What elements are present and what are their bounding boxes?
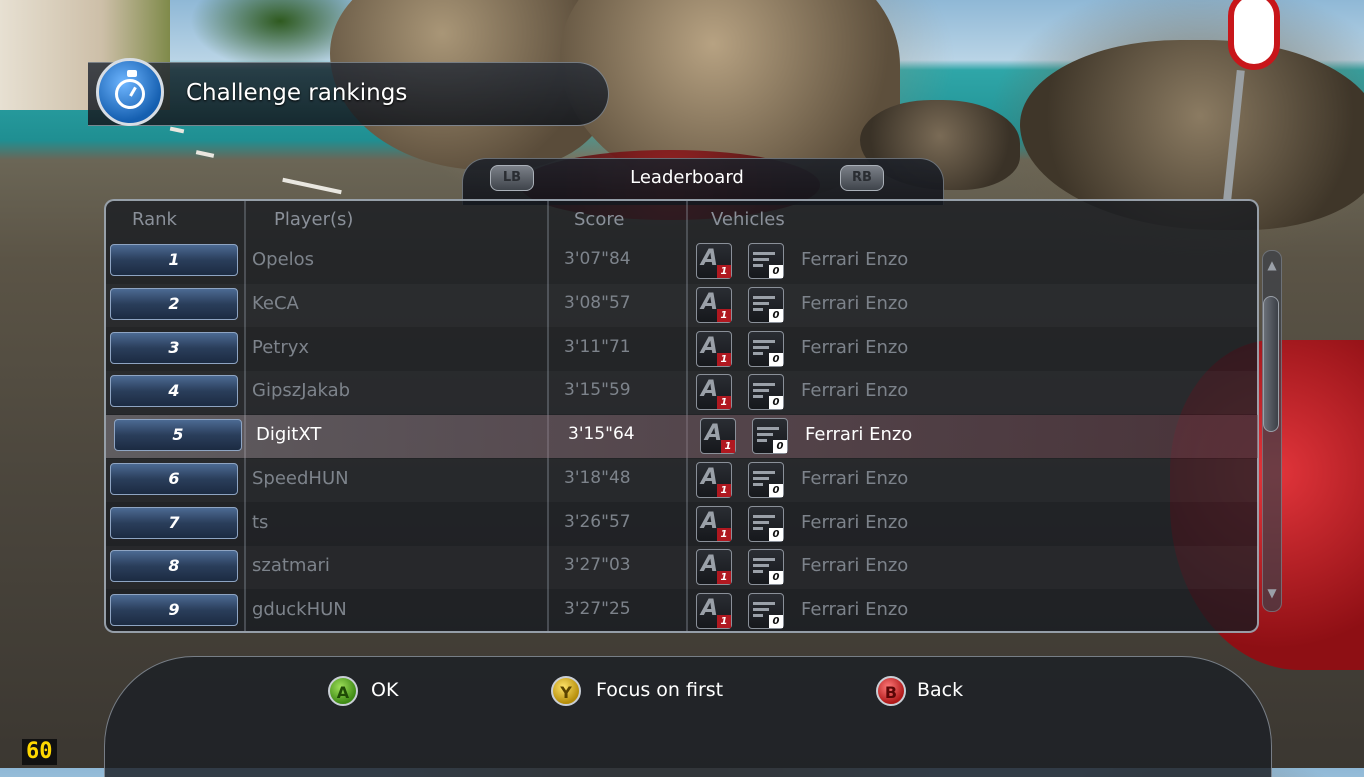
vehicle-name: Ferrari Enzo — [801, 336, 909, 358]
back-label[interactable]: Back — [917, 679, 963, 701]
vehicle-name: Ferrari Enzo — [801, 380, 909, 402]
score-value: 3'08"57 — [564, 292, 631, 313]
leaderboard-row[interactable]: 1 Opelos 3'07"84 A 1 0 Ferrari Enzo — [106, 240, 1258, 283]
leaderboard-row[interactable]: 6 SpeedHUN 3'18"48 A 1 0 Ferrari Enzo — [106, 459, 1258, 502]
vehicle-name: Ferrari Enzo — [801, 292, 909, 314]
sign-pole — [1223, 69, 1245, 201]
player-name: gduckHUN — [252, 599, 347, 620]
player-name: DigitXT — [256, 424, 322, 445]
ranking-bars-icon: 0 — [748, 593, 784, 629]
no-turn-sign — [1228, 0, 1280, 70]
ranking-bars-icon: 0 — [748, 461, 784, 498]
leaderboard-row[interactable]: 2 KeCA 3'08"57 A 1 0 Ferrari Enzo — [106, 284, 1258, 327]
leaderboard-row[interactable]: 4 GipszJakab 3'15"59 A 1 0 Ferrari Enzo — [106, 371, 1258, 414]
car-class-icon: A1 — [696, 330, 732, 367]
vehicle-name: Ferrari Enzo — [801, 467, 909, 489]
page-title: Challenge rankings — [186, 80, 408, 106]
rank-button[interactable]: 1 — [110, 244, 238, 276]
vehicles-column-header: Vehicles — [711, 209, 785, 230]
ranking-bars-icon: 0 — [748, 549, 784, 586]
ranking-bars-icon: 0 — [748, 243, 784, 279]
a-button-icon[interactable]: A — [328, 676, 358, 706]
leaderboard-row[interactable]: 9 gduckHUN 3'27"25 A 1 0 Ferrari Enzo — [106, 590, 1258, 633]
ranking-bars-icon: 0 — [748, 330, 784, 367]
car-class-icon: A1 — [696, 243, 732, 279]
players-column-header: Player(s) — [274, 209, 354, 230]
rank-button[interactable]: 8 — [110, 550, 238, 583]
player-name: GipszJakab — [252, 380, 351, 402]
leaderboard-title: Leaderboard — [630, 167, 744, 188]
vehicle-name: Ferrari Enzo — [801, 511, 909, 533]
score-value: 3'15"59 — [564, 380, 631, 401]
player-name: Petryx — [252, 336, 310, 358]
rank-column-header: Rank — [132, 209, 177, 230]
car-class-icon: A1 — [696, 549, 732, 586]
vehicle-name: Ferrari Enzo — [805, 424, 913, 445]
car-class-icon: A1 — [696, 505, 732, 542]
stopwatch-icon — [96, 58, 164, 126]
rb-button[interactable]: RB — [840, 165, 884, 191]
focus-on-first-label[interactable]: Focus on first — [596, 679, 723, 701]
leaderboard-row[interactable]: 7 ts 3'26"57 A 1 0 Ferrari Enzo — [106, 503, 1258, 546]
vehicle-name: Ferrari Enzo — [801, 249, 909, 270]
ranking-bars-icon: 0 — [748, 286, 784, 323]
y-button-icon[interactable]: Y — [551, 676, 581, 706]
player-name: KeCA — [252, 292, 299, 314]
rank-button[interactable]: 5 — [114, 419, 242, 451]
score-value: 3'11"71 — [564, 336, 631, 357]
b-button-icon[interactable]: B — [876, 676, 906, 706]
car-class-icon: A1 — [700, 418, 736, 454]
player-name: Opelos — [252, 249, 315, 270]
fps-counter: 60 — [22, 739, 57, 765]
car-class-icon: A1 — [696, 593, 732, 629]
score-value: 3'27"25 — [564, 599, 631, 619]
leaderboard-row[interactable]: 5 DigitXT 3'15"64 A 1 0 Ferrari Enzo — [106, 415, 1258, 458]
ranking-bars-icon: 0 — [748, 374, 784, 411]
scroll-up-icon[interactable]: ▲ — [1264, 258, 1280, 272]
score-value: 3'26"57 — [564, 511, 631, 532]
score-value: 3'15"64 — [568, 424, 635, 444]
leaderboard-row[interactable]: 8 szatmari 3'27"03 A 1 0 Ferrari Enzo — [106, 546, 1258, 589]
scroll-down-icon[interactable]: ▼ — [1264, 586, 1280, 600]
road-marking — [195, 150, 215, 158]
rank-button[interactable]: 4 — [110, 375, 238, 408]
controls-bar — [104, 656, 1272, 777]
leaderboard-row[interactable]: 3 Petryx 3'11"71 A 1 0 Ferrari Enzo — [106, 328, 1258, 371]
score-value: 3'27"03 — [564, 555, 631, 576]
rank-button[interactable]: 3 — [110, 331, 238, 364]
background-palm — [190, 0, 370, 70]
rank-button[interactable]: 2 — [110, 287, 238, 320]
ranking-bars-icon: 0 — [752, 418, 788, 454]
car-class-icon: A1 — [696, 374, 732, 411]
car-class-icon: A1 — [696, 461, 732, 498]
scrollbar-thumb[interactable] — [1263, 296, 1279, 432]
rank-button[interactable]: 7 — [110, 506, 238, 539]
road-marking — [169, 126, 185, 134]
vehicle-name: Ferrari Enzo — [801, 555, 909, 577]
player-name: ts — [252, 511, 269, 533]
score-column-header: Score — [574, 209, 625, 230]
score-value: 3'07"84 — [564, 249, 631, 269]
road-marking — [282, 177, 342, 195]
ok-label[interactable]: OK — [371, 679, 398, 701]
vehicle-name: Ferrari Enzo — [801, 599, 909, 620]
lb-button[interactable]: LB — [490, 165, 534, 191]
car-class-icon: A1 — [696, 286, 732, 323]
player-name: szatmari — [252, 555, 330, 577]
player-name: SpeedHUN — [252, 467, 349, 489]
score-value: 3'18"48 — [564, 467, 631, 488]
rank-button[interactable]: 9 — [110, 594, 238, 626]
ranking-bars-icon: 0 — [748, 505, 784, 542]
rank-button[interactable]: 6 — [110, 462, 238, 495]
